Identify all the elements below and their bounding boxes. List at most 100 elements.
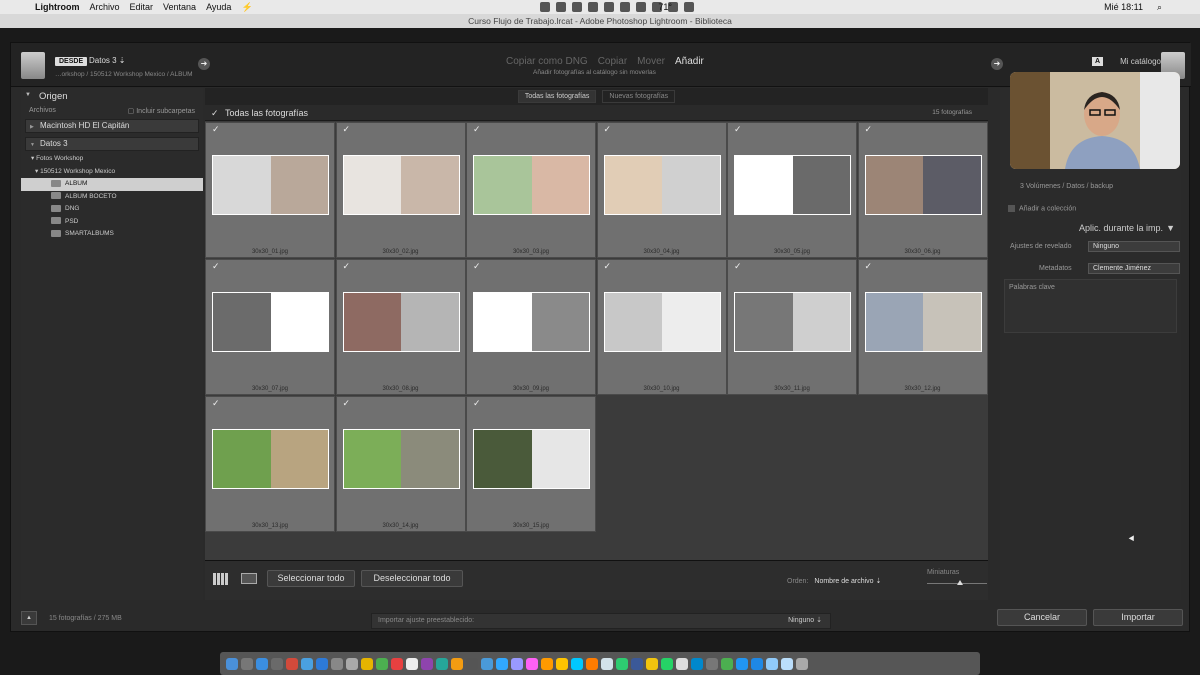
photo-checkbox[interactable]: ✓: [473, 398, 481, 409]
collapse-toggle-icon[interactable]: ▲: [21, 611, 37, 625]
photo-cell[interactable]: ✓ 30x30_03.jpg: [466, 122, 596, 258]
photo-cell[interactable]: ✓ 30x30_09.jpg: [466, 259, 596, 395]
dock-app-icon[interactable]: [691, 657, 703, 670]
tree-folder-parent[interactable]: ▾ Fotos Workshop: [21, 153, 203, 166]
add-to-collection-checkbox[interactable]: Añadir a colección: [1008, 205, 1076, 212]
grid-view-icon[interactable]: [213, 573, 229, 585]
photo-cell[interactable]: ✓ 30x30_13.jpg: [205, 396, 335, 532]
tree-folder-child[interactable]: ▾ 150512 Workshop Mexico: [21, 166, 203, 179]
sort-control[interactable]: Orden: Nombre de archivo ⇣: [787, 577, 881, 585]
arrow-right-icon[interactable]: ➜: [198, 58, 210, 70]
photo-thumbnail[interactable]: [212, 429, 329, 489]
clock[interactable]: Mié 18:11: [1104, 2, 1143, 12]
tree-folder-album-boceto[interactable]: ALBUM BOCETO: [21, 191, 203, 204]
photo-thumbnail[interactable]: [473, 155, 590, 215]
tab-all-photos[interactable]: Todas las fotografías: [517, 90, 597, 103]
photo-checkbox[interactable]: ✓: [604, 261, 612, 272]
dock-app-icon[interactable]: [361, 657, 373, 670]
photo-checkbox[interactable]: ✓: [473, 124, 481, 135]
photo-cell[interactable]: ✓ 30x30_01.jpg: [205, 122, 335, 258]
photo-thumbnail[interactable]: [603, 155, 721, 215]
cancel-button[interactable]: Cancelar: [997, 609, 1087, 626]
dock-app-icon[interactable]: [706, 657, 718, 670]
photo-thumbnail[interactable]: [212, 292, 329, 352]
include-subfolders-checkbox[interactable]: ▢ Incluir subcarpetas: [128, 107, 195, 115]
volume-datos-3[interactable]: Datos 3: [25, 137, 199, 151]
dock-app-icon[interactable]: [331, 657, 343, 670]
arrow-right-icon[interactable]: ➜: [991, 58, 1003, 70]
dock-app-icon[interactable]: [631, 657, 643, 670]
dock-app-icon[interactable]: [271, 657, 283, 670]
photo-checkbox[interactable]: ✓: [212, 124, 220, 135]
photo-cell[interactable]: ✓ 30x30_02.jpg: [335, 122, 466, 258]
import-preset-bar[interactable]: Importar ajuste preestablecido: Ninguno …: [371, 613, 831, 629]
dock-app-icon[interactable]: [481, 657, 493, 670]
dock-app-icon[interactable]: [346, 657, 358, 670]
tray-icon[interactable]: [540, 2, 550, 12]
mode-copy[interactable]: Copiar: [598, 56, 627, 67]
dock-app-icon[interactable]: [601, 657, 613, 670]
photo-checkbox[interactable]: ✓: [865, 124, 873, 135]
panel-title-origen[interactable]: Origen: [21, 88, 203, 105]
mode-copy-dng[interactable]: Copiar como DNG: [506, 56, 588, 67]
dock-app-icon[interactable]: [781, 657, 793, 670]
dock-app-icon[interactable]: [796, 657, 808, 670]
dock-app-icon[interactable]: [226, 657, 238, 670]
dock-app-icon[interactable]: [541, 657, 553, 670]
dock-app-icon[interactable]: [646, 657, 658, 670]
tray-icon[interactable]: [572, 2, 582, 12]
dock-app-icon[interactable]: [466, 657, 478, 670]
photo-cell[interactable]: ✓ 30x30_14.jpg: [335, 396, 466, 532]
photo-cell[interactable]: ✓ 30x30_11.jpg: [727, 259, 857, 395]
dock-app-icon[interactable]: [616, 657, 628, 670]
photo-cell[interactable]: ✓ 30x30_10.jpg: [596, 259, 727, 395]
tray-icon[interactable]: [636, 2, 646, 12]
photo-checkbox[interactable]: ✓: [734, 124, 742, 135]
photo-cell[interactable]: ✓ 30x30_15.jpg: [466, 396, 596, 532]
photo-thumbnail[interactable]: [864, 155, 982, 215]
select-all-button[interactable]: Seleccionar todo: [267, 570, 355, 587]
tray-icon[interactable]: [604, 2, 614, 12]
dock-app-icon[interactable]: [241, 657, 253, 670]
photo-checkbox[interactable]: ✓: [343, 261, 351, 272]
menu-ayuda[interactable]: Ayuda: [206, 2, 231, 12]
photo-thumbnail[interactable]: [603, 292, 721, 352]
photo-cell[interactable]: ✓ 30x30_12.jpg: [857, 259, 988, 395]
metadata-select[interactable]: Clemente Jiménez: [1088, 263, 1180, 274]
photo-cell[interactable]: ✓ 30x30_05.jpg: [727, 122, 857, 258]
tray-icon[interactable]: [556, 2, 566, 12]
volume-macintosh-hd[interactable]: Macintosh HD El Capitán: [25, 119, 199, 133]
dock-app-icon[interactable]: [676, 657, 688, 670]
photo-checkbox[interactable]: ✓: [734, 261, 742, 272]
photo-cell[interactable]: ✓ 30x30_08.jpg: [335, 259, 466, 395]
photo-checkbox[interactable]: ✓: [212, 398, 220, 409]
photo-cell[interactable]: ✓ 30x30_06.jpg: [857, 122, 988, 258]
sort-value[interactable]: Nombre de archivo ⇣: [814, 578, 881, 585]
photo-thumbnail[interactable]: [473, 292, 590, 352]
import-button[interactable]: Importar: [1093, 609, 1183, 626]
photo-cell[interactable]: ✓ 30x30_04.jpg: [596, 122, 727, 258]
develop-select[interactable]: Ninguno: [1088, 241, 1180, 252]
dock-app-icon[interactable]: [526, 657, 538, 670]
menu-app[interactable]: Lightroom: [35, 2, 80, 12]
dock-app-icon[interactable]: [421, 657, 433, 670]
dock-app-icon[interactable]: [751, 657, 763, 670]
menu-archivo[interactable]: Archivo: [90, 2, 120, 12]
photo-thumbnail[interactable]: [212, 155, 329, 215]
dock-app-icon[interactable]: [661, 657, 673, 670]
photo-thumbnail[interactable]: [734, 155, 851, 215]
deselect-all-button[interactable]: Deseleccionar todo: [361, 570, 463, 587]
photo-checkbox[interactable]: ✓: [604, 124, 612, 135]
dock-app-icon[interactable]: [256, 657, 268, 670]
dock-app-icon[interactable]: [556, 657, 568, 670]
mode-move[interactable]: Mover: [637, 56, 665, 67]
dock-app-icon[interactable]: [496, 657, 508, 670]
photo-checkbox[interactable]: ✓: [343, 124, 351, 135]
dock-app-icon[interactable]: [406, 657, 418, 670]
tree-folder-psd[interactable]: PSD: [21, 216, 203, 229]
photo-thumbnail[interactable]: [864, 292, 982, 352]
preset-select[interactable]: Ninguno ⇣: [788, 614, 822, 628]
dock-app-icon[interactable]: [721, 657, 733, 670]
photo-checkbox[interactable]: ✓: [343, 398, 351, 409]
photo-checkbox[interactable]: ✓: [865, 261, 873, 272]
